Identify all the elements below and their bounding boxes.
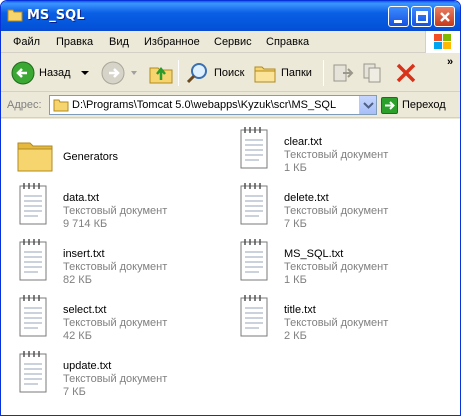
up-folder-button[interactable] [148,58,174,88]
item-size: 1 КБ [284,274,307,286]
list-item[interactable]: Generators [17,129,227,179]
item-size: 42 КБ [63,330,92,342]
folder-icon [7,9,23,22]
item-type: Текстовый документ [63,373,168,385]
folder-icon [53,99,69,112]
item-type: Текстовый документ [63,205,168,217]
folder-icon [17,142,53,172]
go-button[interactable]: Переход [381,95,446,115]
go-label: Переход [402,99,446,111]
window-title: MS_SQL [27,8,85,23]
forward-button[interactable] [101,58,139,88]
chevron-down-icon[interactable] [79,68,91,78]
text-document-icon [19,351,47,393]
address-bar: Адрес: D:\Programs\Tomcat 5.0\webapps\Ky… [1,93,460,118]
item-type: Текстовый документ [284,261,389,273]
close-button[interactable] [434,6,455,27]
item-name: delete.txt [284,192,329,204]
list-item[interactable]: delete.txt Текстовый документ 7 КБ [238,182,448,232]
maximize-button[interactable] [411,6,432,27]
explorer-window: MS_SQL Файл Правка Вид Избранное Сервис … [0,0,461,416]
text-document-icon [240,183,268,225]
back-arrow-icon [11,61,35,85]
address-label: Адрес: [7,99,42,111]
item-name: select.txt [63,304,107,316]
text-document-icon [19,295,47,337]
item-type: Текстовый документ [63,317,168,329]
move-to-button[interactable] [331,58,355,88]
minimize-button[interactable] [388,6,409,27]
up-folder-icon [149,66,173,84]
forward-arrow-icon [101,61,125,85]
copy-to-button[interactable] [361,58,385,88]
folders-button[interactable]: Папки [253,58,312,88]
delete-button[interactable] [394,58,418,88]
file-list: Generators clear.txt Текстовый документ … [1,119,460,415]
item-size: 2 КБ [284,330,307,342]
chevron-down-icon[interactable] [129,68,139,78]
text-document-icon [19,183,47,225]
list-item[interactable]: select.txt Текстовый документ 42 КБ [17,294,227,344]
menu-bar: Файл Правка Вид Избранное Сервис Справка [1,31,460,53]
list-item[interactable]: insert.txt Текстовый документ 82 КБ [17,238,227,288]
toolbar-separator [323,60,324,86]
item-name: insert.txt [63,248,105,260]
address-value: D:\Programs\Tomcat 5.0\webapps\Kyzuk\scr… [72,99,337,111]
toolbar-more-chevron[interactable]: » [447,56,453,68]
item-size: 7 КБ [63,386,86,398]
address-dropdown-button[interactable] [359,96,376,114]
folders-icon [254,66,276,83]
item-size: 82 КБ [63,274,92,286]
delete-x-icon [396,63,416,83]
list-item[interactable]: MS_SQL.txt Текстовый документ 1 КБ [238,238,448,288]
item-name: data.txt [63,192,100,204]
toolbar: Назад Поиск Папки » [1,54,460,92]
item-size: 7 КБ [284,218,307,230]
text-document-icon [19,239,47,281]
item-size: 1 КБ [284,162,307,174]
search-button[interactable]: Поиск [186,58,244,88]
item-size: 9 714 КБ [63,218,108,230]
list-item[interactable]: data.txt Текстовый документ 9 714 КБ [17,182,227,232]
search-icon [186,63,207,84]
item-name: title.txt [284,304,316,316]
list-item[interactable]: update.txt Текстовый документ 7 КБ [17,350,227,400]
list-item[interactable]: clear.txt Текстовый документ 1 КБ [238,126,448,176]
item-name: MS_SQL.txt [284,248,344,260]
menu-file[interactable]: Файл [13,36,40,48]
search-label: Поиск [214,67,245,79]
menu-view[interactable]: Вид [109,36,129,48]
item-type: Текстовый документ [284,149,389,161]
move-to-icon [333,64,354,82]
go-arrow-icon [381,96,398,114]
menu-favorites[interactable]: Избранное [144,36,200,48]
menu-help[interactable]: Справка [266,36,309,48]
text-document-icon [240,295,268,337]
item-name: clear.txt [284,136,322,148]
chevron-down-icon [363,102,374,109]
address-input[interactable]: D:\Programs\Tomcat 5.0\webapps\Kyzuk\scr… [49,95,377,115]
windows-logo-icon [425,31,460,53]
item-type: Текстовый документ [63,261,168,273]
item-name: update.txt [63,360,112,372]
back-button[interactable]: Назад [11,58,91,88]
text-document-icon [240,127,268,169]
toolbar-separator [178,60,179,86]
text-document-icon [240,239,268,281]
back-label: Назад [39,67,71,79]
item-type: Текстовый документ [284,205,389,217]
menu-edit[interactable]: Правка [56,36,93,48]
item-type: Текстовый документ [284,317,389,329]
title-bar[interactable]: MS_SQL [1,1,460,31]
menu-tools[interactable]: Сервис [214,36,252,48]
item-name: Generators [63,151,119,163]
copy-to-icon [363,63,381,83]
list-item[interactable]: title.txt Текстовый документ 2 КБ [238,294,448,344]
folders-label: Папки [281,67,312,79]
